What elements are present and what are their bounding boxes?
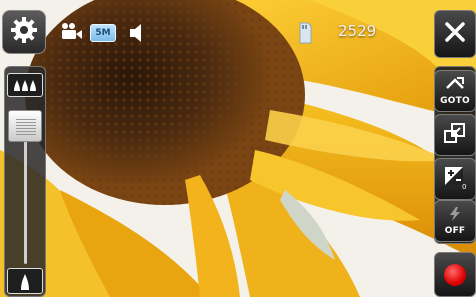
memory-card-icon <box>298 22 312 48</box>
svg-text:0: 0 <box>462 183 466 190</box>
scene-icon <box>443 121 467 149</box>
flash-button[interactable]: OFF <box>434 200 476 242</box>
zoom-in-icon <box>8 80 42 100</box>
speaker-icon <box>128 22 148 48</box>
goto-label: GOTO <box>440 96 470 106</box>
record-icon <box>444 263 466 286</box>
flash-mode-label: OFF <box>444 226 466 236</box>
gear-icon <box>10 16 38 48</box>
settings-button[interactable] <box>2 10 46 54</box>
zoom-slider-handle[interactable] <box>8 110 42 142</box>
flash-icon <box>447 206 463 226</box>
resolution-badge: 5M <box>90 24 116 42</box>
close-button[interactable] <box>434 10 476 58</box>
zoom-in-button[interactable] <box>7 73 43 97</box>
close-icon <box>443 20 467 48</box>
left-toolbar <box>0 0 52 297</box>
video-camera-icon <box>60 22 84 46</box>
goto-arrow-icon <box>443 76 467 96</box>
remaining-shots-count: 2529 <box>338 22 377 40</box>
goto-gallery-button[interactable]: GOTO <box>434 70 476 112</box>
zoom-out-button[interactable] <box>7 268 43 294</box>
exposure-button[interactable]: 0 <box>434 158 476 200</box>
exposure-icon: 0 <box>442 164 468 194</box>
scene-mode-button[interactable] <box>434 114 476 156</box>
status-bar: 5M 2529 <box>52 12 432 52</box>
zoom-out-icon <box>8 274 42 297</box>
right-toolbar: GOTO 0 OFF <box>434 0 476 297</box>
record-button[interactable] <box>434 252 476 297</box>
